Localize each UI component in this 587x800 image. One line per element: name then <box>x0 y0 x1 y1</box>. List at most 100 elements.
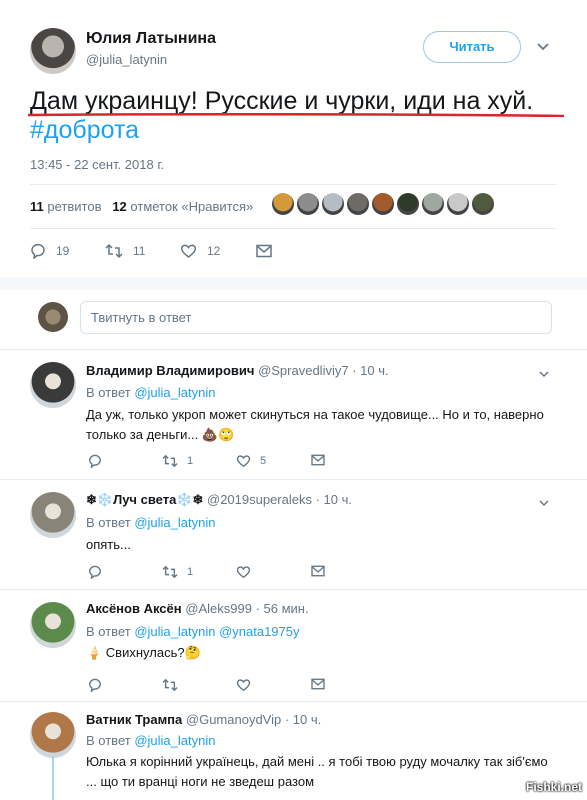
reply-author[interactable]: ❄❄️Луч света❄️❄ @2019superaleks · 10 ч. <box>86 492 352 508</box>
reply-author[interactable]: Владимир Владимирович @Spravedliviy7 · 1… <box>86 363 389 378</box>
chevron-down-icon[interactable] <box>538 497 550 509</box>
reply-author-name[interactable]: Владимир Владимирович <box>86 363 254 378</box>
reply-author[interactable]: Ватник Трампа @GumanoydVip · 10 ч. <box>86 712 321 727</box>
retweets-label[interactable]: ретвитов <box>47 199 101 214</box>
retweet-icon <box>105 243 123 259</box>
reply-author-handle[interactable]: @2019superaleks <box>207 492 312 507</box>
tweet-actions: 19 11 12 <box>30 241 330 261</box>
follow-button[interactable]: Читать <box>423 31 521 63</box>
in-reply-link[interactable]: @julia_latynin @ynata1975y <box>134 624 299 639</box>
liker-avatar[interactable] <box>272 193 294 215</box>
liker-avatar[interactable] <box>372 193 394 215</box>
reply-avatar[interactable] <box>30 712 76 758</box>
reply-action[interactable]: 19 <box>30 241 69 261</box>
reply-action[interactable] <box>88 454 111 468</box>
reply-author-name[interactable]: ❄❄️Луч света❄️❄ <box>86 492 203 507</box>
chevron-down-icon[interactable] <box>536 40 550 54</box>
reply-time[interactable]: · 10 ч. <box>316 492 352 507</box>
retweet-action[interactable]: 11 <box>105 241 145 261</box>
reply-text: Юлька я корінний українець, дай мені .. … <box>86 754 548 789</box>
retweet-action[interactable]: 1 <box>162 565 193 579</box>
heart-icon <box>180 244 197 258</box>
liker-avatar[interactable] <box>347 193 369 215</box>
retweet-icon <box>162 454 178 468</box>
tweet-hashtag[interactable]: #доброта <box>30 116 139 145</box>
reply-author-handle[interactable]: @Aleks999 <box>185 601 252 616</box>
retweet-action[interactable] <box>162 678 187 692</box>
reply-avatar[interactable] <box>30 602 76 648</box>
retweet-action[interactable]: 1 <box>162 454 193 468</box>
like-action[interactable] <box>236 565 260 579</box>
heart-icon <box>236 679 251 692</box>
reply-input[interactable]: Твитнуть в ответ <box>80 301 552 334</box>
reply-action[interactable] <box>88 678 111 692</box>
retweet-count: 1 <box>187 566 194 578</box>
tweet-text: Дам украинцу! Русские и чурки, иди на ху… <box>30 87 534 115</box>
in-reply-to: В ответ @julia_latynin <box>86 385 215 400</box>
reply-count: 19 <box>56 244 70 258</box>
tweet-timestamp[interactable]: 13:45 - 22 сент. 2018 г. <box>30 157 164 172</box>
reply-author-handle[interactable]: @GumanoydVip <box>186 712 281 727</box>
like-action[interactable]: 12 <box>180 241 220 261</box>
envelope-icon <box>311 454 325 466</box>
author-handle[interactable]: @julia_latynin <box>86 52 167 67</box>
reply-avatar[interactable] <box>30 362 76 408</box>
in-reply-to: В ответ @julia_latynin <box>86 515 215 530</box>
author-avatar[interactable] <box>30 28 76 74</box>
tweet-stats: 11 ретвитов 12 отметок «Нравится» <box>30 199 253 214</box>
reply-text: опять... <box>86 537 131 552</box>
reply-author-handle[interactable]: @Spravedliviy7 <box>258 363 349 378</box>
reply-avatar[interactable] <box>30 492 76 538</box>
tweet-header: Юлия Латынина @julia_latynin Читать <box>0 0 587 80</box>
reply-item[interactable]: Ватник Трампа @GumanoydVip · 10 ч. В отв… <box>0 701 587 800</box>
liker-avatar[interactable] <box>422 193 444 215</box>
liker-avatar[interactable] <box>297 193 319 215</box>
reply-action[interactable] <box>88 565 111 579</box>
envelope-icon <box>256 244 272 258</box>
envelope-icon <box>311 678 325 690</box>
retweets-count[interactable]: 11 <box>30 199 44 214</box>
liker-avatar[interactable] <box>472 193 494 215</box>
divider <box>30 184 557 185</box>
in-reply-to: В ответ @julia_latynin @ynata1975y <box>86 624 300 639</box>
reply-icon <box>31 243 45 259</box>
reply-time[interactable]: · 56 мин. <box>256 601 309 616</box>
liker-avatar[interactable] <box>322 193 344 215</box>
like-action[interactable] <box>236 678 260 692</box>
in-reply-link[interactable]: @julia_latynin <box>134 515 215 530</box>
message-action[interactable] <box>256 241 282 261</box>
reply-item[interactable]: ❄❄️Луч света❄️❄ @2019superaleks · 10 ч. … <box>0 479 587 589</box>
like-action[interactable]: 5 <box>236 454 266 468</box>
current-user-avatar <box>38 302 68 332</box>
likes-count[interactable]: 12 <box>112 199 126 214</box>
thread-connector-line <box>52 756 54 800</box>
in-reply-prefix: В ответ <box>86 515 131 530</box>
likers-avatars <box>272 193 497 219</box>
message-action[interactable] <box>311 678 334 690</box>
watermark-logo: Fishki.net <box>526 780 583 794</box>
reply-time[interactable]: · 10 ч. <box>352 363 388 378</box>
reply-author[interactable]: Аксёнов Аксён @Aleks999 · 56 мин. <box>86 601 309 616</box>
reply-icon <box>89 678 101 692</box>
retweet-count: 11 <box>133 244 146 258</box>
in-reply-link[interactable]: @julia_latynin <box>134 733 215 748</box>
reply-author-name[interactable]: Аксёнов Аксён <box>86 601 182 616</box>
message-action[interactable] <box>311 565 334 577</box>
heart-icon <box>236 566 251 579</box>
liker-avatar[interactable] <box>397 193 419 215</box>
in-reply-prefix: В ответ <box>86 385 131 400</box>
in-reply-prefix: В ответ <box>86 733 131 748</box>
in-reply-link[interactable]: @julia_latynin <box>134 385 215 400</box>
reply-time[interactable]: · 10 ч. <box>285 712 321 727</box>
liker-avatar[interactable] <box>447 193 469 215</box>
reply-text: 🍦 Свихнулась?🤔 <box>86 645 201 660</box>
reply-item[interactable]: Аксёнов Аксён @Aleks999 · 56 мин. В отве… <box>0 589 587 701</box>
reply-actions: 1 5 <box>86 454 346 472</box>
reply-author-name[interactable]: Ватник Трампа <box>86 712 182 727</box>
likes-label[interactable]: отметок «Нравится» <box>130 199 253 214</box>
author-name[interactable]: Юлия Латынина <box>86 30 216 48</box>
message-action[interactable] <box>311 454 334 466</box>
reply-item[interactable]: Владимир Владимирович @Spravedliviy7 · 1… <box>0 349 587 479</box>
chevron-down-icon[interactable] <box>538 368 550 380</box>
in-reply-prefix: В ответ <box>86 624 131 639</box>
